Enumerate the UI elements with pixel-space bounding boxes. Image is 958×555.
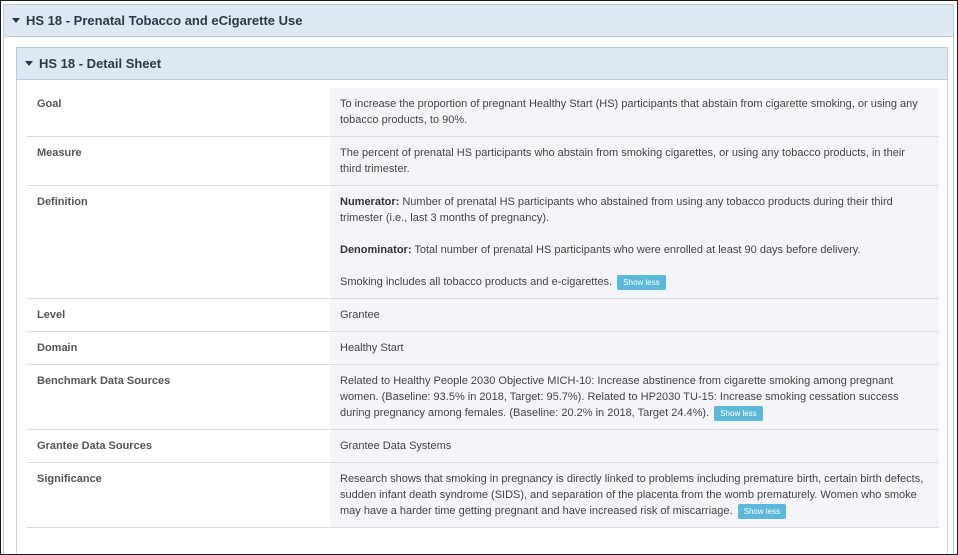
row-label-measure: Measure xyxy=(27,136,330,186)
caret-down-icon xyxy=(12,18,20,23)
detail-sheet-title: HS 18 - Detail Sheet xyxy=(39,56,162,71)
row-value-definition: Numerator: Number of prenatal HS partici… xyxy=(330,185,939,299)
table-row: Level Grantee xyxy=(27,298,939,332)
show-less-button[interactable]: Show less xyxy=(714,405,763,421)
denominator-text: Denominator: Total number of prenatal HS… xyxy=(340,242,929,258)
table-row: Benchmark Data Sources Related to Health… xyxy=(27,364,939,430)
row-label-goal: Goal xyxy=(27,88,330,137)
denominator-label: Denominator: xyxy=(340,244,412,256)
show-less-button[interactable]: Show less xyxy=(617,274,666,290)
measure-panel-body: HS 18 - Detail Sheet Goal To increase th… xyxy=(3,37,954,554)
row-value-measure: The percent of prenatal HS participants … xyxy=(330,136,939,186)
significance-text: Research shows that smoking in pregnancy… xyxy=(340,473,924,517)
row-label-definition: Definition xyxy=(27,185,330,299)
row-value-significance: Research shows that smoking in pregnancy… xyxy=(330,462,939,528)
row-value-benchmark: Related to Healthy People 2030 Objective… xyxy=(330,364,939,430)
row-value-domain: Healthy Start xyxy=(330,331,939,365)
row-label-level: Level xyxy=(27,298,330,332)
table-row: Measure The percent of prenatal HS parti… xyxy=(27,136,939,186)
row-label-domain: Domain xyxy=(27,331,330,365)
table-row: Goal To increase the proportion of pregn… xyxy=(27,88,939,137)
row-label-significance: Significance xyxy=(27,462,330,528)
row-label-grantee-sources: Grantee Data Sources xyxy=(27,429,330,463)
detail-frame: HS 18 - Prenatal Tobacco and eCigarette … xyxy=(0,0,958,555)
caret-down-icon xyxy=(25,61,33,66)
table-row: Definition Numerator: Number of prenatal… xyxy=(27,185,939,299)
show-less-button[interactable]: Show less xyxy=(737,503,787,519)
row-value-grantee-sources: Grantee Data Systems xyxy=(330,429,939,463)
denominator-description: Total number of prenatal HS participants… xyxy=(411,244,861,256)
row-value-goal: To increase the proportion of pregnant H… xyxy=(330,88,939,137)
definition-note-text: Smoking includes all tobacco products an… xyxy=(340,276,613,288)
table-row: Significance Research shows that smoking… xyxy=(27,462,939,528)
numerator-text: Numerator: Number of prenatal HS partici… xyxy=(340,194,929,226)
measure-panel-header[interactable]: HS 18 - Prenatal Tobacco and eCigarette … xyxy=(3,4,954,37)
measure-panel-title: HS 18 - Prenatal Tobacco and eCigarette … xyxy=(26,13,303,28)
detail-sheet-body: Goal To increase the proportion of pregn… xyxy=(16,80,948,554)
definition-note: Smoking includes all tobacco products an… xyxy=(340,274,929,290)
benchmark-text: Related to Healthy People 2030 Objective… xyxy=(340,375,899,419)
detail-sheet-header[interactable]: HS 18 - Detail Sheet xyxy=(16,47,948,80)
numerator-label: Numerator: xyxy=(340,196,400,208)
table-row: Domain Healthy Start xyxy=(27,331,939,365)
row-label-benchmark: Benchmark Data Sources xyxy=(27,364,330,430)
numerator-description: Number of prenatal HS participants who a… xyxy=(340,196,893,224)
row-value-level: Grantee xyxy=(330,298,939,332)
table-row: Grantee Data Sources Grantee Data System… xyxy=(27,429,939,463)
detail-table: Goal To increase the proportion of pregn… xyxy=(27,88,939,528)
